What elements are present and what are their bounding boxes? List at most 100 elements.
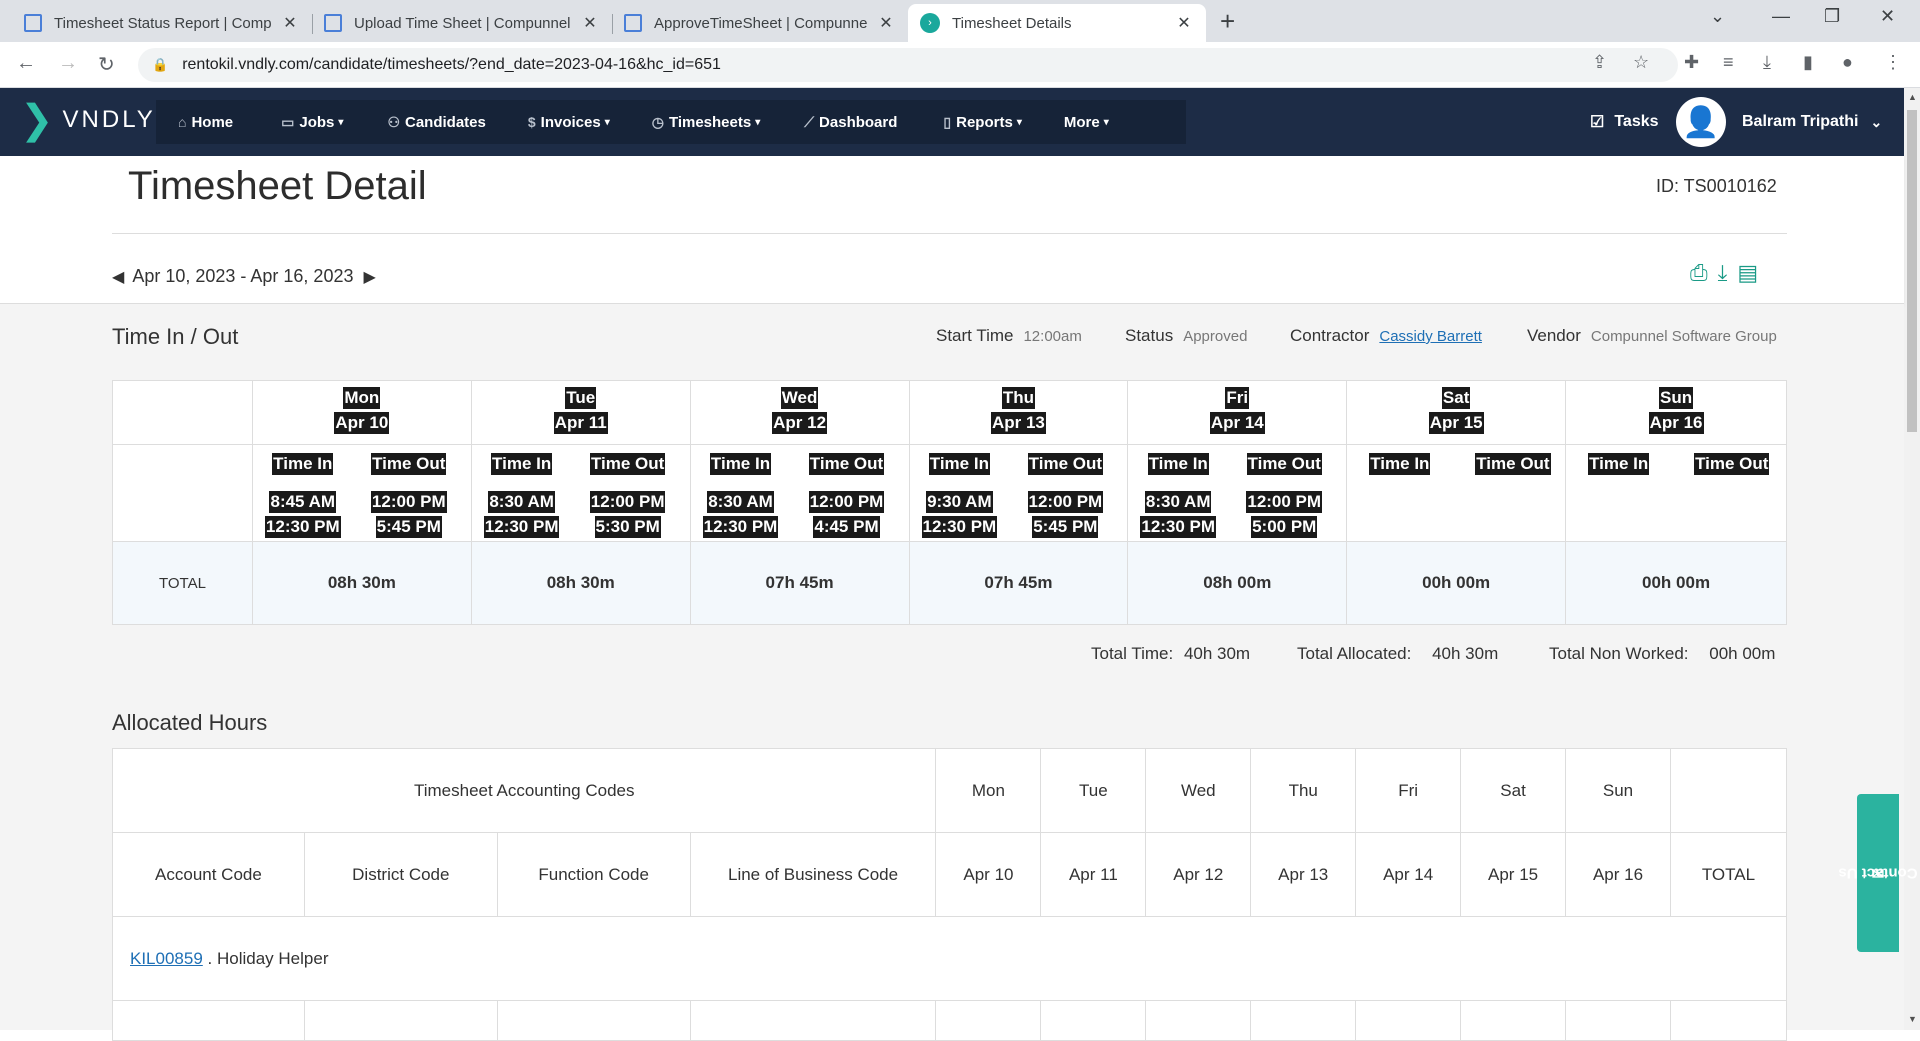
media-icon[interactable]: ≡ xyxy=(1723,52,1734,73)
day-total: 08h 30m xyxy=(251,541,472,625)
time-out-label: Time Out xyxy=(1694,453,1770,475)
briefcase-icon: ▭ xyxy=(281,113,295,130)
browser-tab[interactable]: Timesheet Status Report | Compunnel ✕ xyxy=(12,4,312,42)
job-code-link[interactable]: KIL00859 xyxy=(130,949,203,968)
user-menu[interactable]: 👤 Balram Tripathi ⌄ xyxy=(1676,88,1882,156)
section-title-allocated-hours: Allocated Hours xyxy=(112,710,268,735)
time-in-value: 12:30 PM xyxy=(1140,516,1217,538)
time-in-value: 8:30 AM xyxy=(488,491,555,513)
previous-week-icon[interactable]: ◀ xyxy=(112,267,124,287)
forward-icon[interactable]: → xyxy=(58,52,78,75)
side-panel-icon[interactable]: ▮ xyxy=(1803,52,1813,73)
menu-timesheets[interactable]: ◷ Timesheets ▾ xyxy=(652,100,761,144)
download-icon[interactable]: ⤓ xyxy=(1763,52,1771,73)
download-icon[interactable]: ⤓ xyxy=(1718,260,1728,286)
bookmark-star-icon[interactable]: ☆ xyxy=(1633,52,1649,73)
share-icon[interactable]: ⇪ xyxy=(1592,52,1607,73)
function-code-header: Function Code xyxy=(496,832,691,917)
restore-icon[interactable]: ❐ xyxy=(1824,6,1840,27)
contact-us-label: Contact Us xyxy=(1838,864,1918,882)
menu-label: Jobs xyxy=(299,113,335,131)
empty-cell xyxy=(112,444,253,542)
total-label: TOTAL xyxy=(158,574,206,592)
empty-cell xyxy=(1669,748,1788,833)
tasks-button[interactable]: ☑ Tasks xyxy=(1590,88,1659,156)
address-bar: ← → ↻ 🔒 rentokil.vndly.com/candidate/tim… xyxy=(0,42,1920,88)
time-in-out-table: Mon Apr 10 Tue Apr 11 Wed Apr 12 Thu Apr 13 … xyxy=(112,380,1787,625)
vndly-logo[interactable]: ❯ VNDLY xyxy=(20,100,156,140)
menu-candidates[interactable]: ⚇ Candidates xyxy=(387,100,485,144)
time-out-label: Time Out xyxy=(589,453,666,475)
menu-reports[interactable]: ▯ Reports ▾ xyxy=(943,100,1021,144)
logo-text: VNDLY xyxy=(62,106,156,133)
page-scrollbar[interactable]: ▲ ▼ xyxy=(1904,88,1920,1030)
print-icon[interactable]: ⎙ xyxy=(1690,260,1708,286)
menu-label: Dashboard xyxy=(819,113,898,131)
time-out-value: 5:30 PM xyxy=(594,516,661,538)
menu-label: Reports xyxy=(956,113,1013,131)
contractor-link[interactable]: Cassidy Barrett xyxy=(1379,328,1482,345)
logo-mark-icon: ❯ xyxy=(20,98,57,142)
time-out-label: Time Out xyxy=(371,453,447,475)
menu-invoices[interactable]: $ Invoices ▾ xyxy=(528,100,610,144)
start-time-value: 12:00am xyxy=(1023,328,1082,345)
close-icon[interactable]: ✕ xyxy=(280,13,300,33)
time-in-label: Time In xyxy=(272,453,334,475)
tab-title: ApproveTimeSheet | Compunnel xyxy=(654,14,868,32)
next-week-icon[interactable]: ▶ xyxy=(363,267,375,287)
menu-label: Invoices xyxy=(540,113,601,131)
menu-dots-icon[interactable]: ⋮ xyxy=(1884,52,1902,73)
profile-icon[interactable]: ● xyxy=(1842,52,1853,73)
day-times-cell: Time In Time Out xyxy=(1565,444,1787,542)
url-field[interactable]: 🔒 rentokil.vndly.com/candidate/timesheet… xyxy=(138,48,1678,82)
close-window-icon[interactable]: ✕ xyxy=(1880,6,1895,27)
timesheet-actions: ⎙ ⤓ ▤ xyxy=(1690,260,1758,286)
time-in-label: Time In xyxy=(1369,453,1431,475)
close-icon[interactable]: ✕ xyxy=(580,13,600,33)
time-out-value: 12:00 PM xyxy=(808,491,885,513)
reload-icon[interactable]: ↻ xyxy=(98,52,115,77)
job-description: . Holiday Helper xyxy=(207,948,329,968)
user-icon: ⚇ xyxy=(387,113,400,130)
chart-icon: ⟋ xyxy=(804,113,815,130)
day-name: Sun xyxy=(1658,387,1694,409)
scroll-down-icon[interactable]: ▼ xyxy=(1908,1014,1917,1024)
export-document-icon[interactable]: ▤ xyxy=(1737,260,1758,286)
browser-tab[interactable]: Upload Time Sheet | Compunnel ✕ xyxy=(312,4,612,42)
dollar-icon: $ xyxy=(527,114,536,130)
time-in-label: Time In xyxy=(491,453,553,475)
menu-jobs[interactable]: ▭ Jobs ▾ xyxy=(281,100,343,144)
menu-home[interactable]: ⌂ Home xyxy=(178,100,233,144)
browser-tab-active[interactable]: › Timesheet Details ✕ xyxy=(908,4,1206,42)
times-row: Time In 8:45 AM 12:30 PM Time Out 12:00 PM 5… xyxy=(112,444,1787,542)
time-out-value: 5:45 PM xyxy=(375,516,442,538)
contact-us-button[interactable]: ✉ Contact Us xyxy=(1838,794,1918,952)
time-in-value: 12:30 PM xyxy=(702,516,779,538)
scroll-thumb[interactable] xyxy=(1907,110,1917,432)
back-icon[interactable]: ← xyxy=(16,52,36,75)
new-tab-icon[interactable]: + xyxy=(1220,6,1235,37)
minimize-icon[interactable]: — xyxy=(1772,6,1790,27)
tab-search-icon[interactable]: ⌄ xyxy=(1710,6,1725,27)
day-header: Thu Apr 13 xyxy=(908,380,1129,445)
menu-more[interactable]: More ▾ xyxy=(1064,100,1109,144)
day-date: Apr 14 xyxy=(1209,412,1265,434)
vendor-label: Vendor xyxy=(1527,326,1581,345)
total-row: TOTAL 08h 30m 08h 30m 07h 45m 07h 45m 08… xyxy=(112,541,1787,625)
time-out-value: 4:45 PM xyxy=(813,516,880,538)
browser-tab[interactable]: ApproveTimeSheet | Compunnel ✕ xyxy=(612,4,908,42)
alloc-header-row-1: Timesheet Accounting Codes Mon Tue Wed T… xyxy=(111,748,1788,833)
day-times-cell: Time In 8:30 AM 12:30 PM Time Out 12:00 PM 4… xyxy=(689,444,910,542)
day-times-cell: Time In 9:30 AM 12:30 PM Time Out 12:00 PM 5… xyxy=(908,444,1129,542)
avatar: 👤 xyxy=(1676,97,1726,147)
extensions-icon[interactable]: ✚ xyxy=(1684,52,1699,73)
scroll-up-icon[interactable]: ▲ xyxy=(1908,92,1917,102)
close-icon[interactable]: ✕ xyxy=(876,13,896,33)
close-icon[interactable]: ✕ xyxy=(1174,13,1194,33)
period-navigator: ◀ Apr 10, 2023 - Apr 16, 2023 ▶ xyxy=(112,266,376,287)
time-in-label: Time In xyxy=(709,453,772,475)
menu-dashboard[interactable]: ⟋ Dashboard xyxy=(804,100,897,144)
day-times-cell: Time In Time Out xyxy=(1346,444,1567,542)
vendor-info: Vendor Compunnel Software Group xyxy=(1527,326,1777,346)
day-header: Fri Apr 14 xyxy=(1127,380,1348,445)
